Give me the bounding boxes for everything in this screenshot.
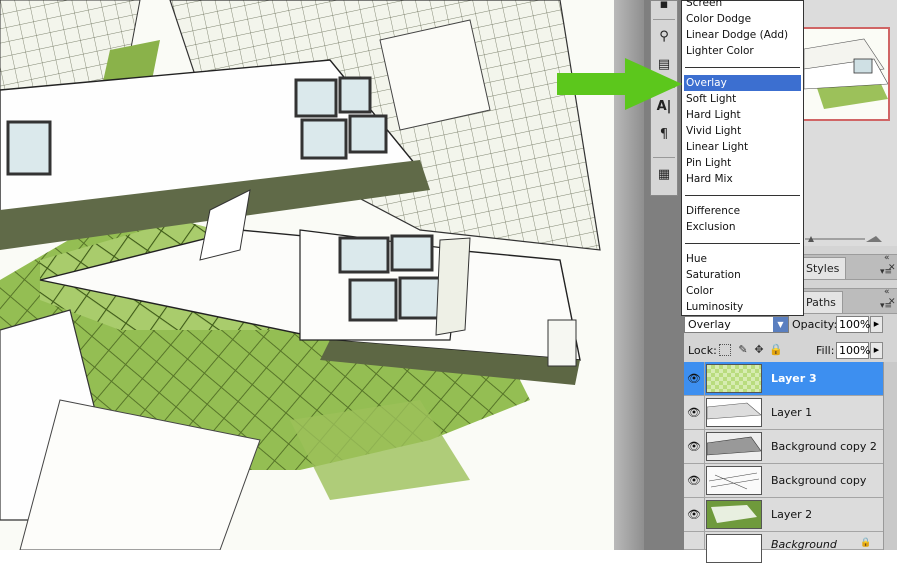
menu-divider <box>685 195 800 196</box>
menu-item-overlay[interactable]: Overlay <box>684 75 801 91</box>
menu-item-vivid-light[interactable]: Vivid Light <box>684 123 801 139</box>
opacity-label: Opacity: <box>792 318 838 331</box>
lock-label: Lock: <box>688 344 717 357</box>
tool-divider <box>653 19 675 20</box>
layers-scrollbar[interactable] <box>883 362 897 550</box>
layer-name: Layer 2 <box>771 508 813 521</box>
layer-row-background-copy-2[interactable]: 👁 Background copy 2 <box>684 430 883 464</box>
layer-thumbnail <box>706 500 762 529</box>
lock-icon[interactable]: 🔒 <box>769 344 783 356</box>
brush-icon[interactable]: ✎ <box>737 344 749 356</box>
notes-icon[interactable]: ▦ <box>654 165 674 185</box>
menu-item-linear-dodge[interactable]: Linear Dodge (Add) <box>684 27 801 43</box>
layer-row-background[interactable]: Background 🔒 <box>684 532 883 563</box>
eye-icon[interactable]: 👁 <box>684 430 705 463</box>
opacity-stepper[interactable]: ▶ <box>870 316 883 333</box>
eye-icon[interactable] <box>684 532 705 550</box>
tab-styles[interactable]: Styles <box>799 257 847 279</box>
layer-name: Background copy 2 <box>771 440 877 453</box>
menu-item-hard-light[interactable]: Hard Light <box>684 107 801 123</box>
fill-input[interactable]: 100% <box>836 342 870 359</box>
menu-item-pin-light[interactable]: Pin Light <box>684 155 801 171</box>
layer-thumbnail <box>706 466 762 495</box>
menu-item-screen[interactable]: Screen <box>684 0 801 11</box>
menu-item-luminosity[interactable]: Luminosity <box>684 299 801 315</box>
layer-thumbnail <box>706 432 762 461</box>
menu-item-exclusion[interactable]: Exclusion <box>684 219 801 235</box>
blend-mode-value: Overlay <box>688 318 731 331</box>
zoom-slider[interactable] <box>800 236 890 242</box>
menu-item-linear-light[interactable]: Linear Light <box>684 139 801 155</box>
transparency-lock-icon[interactable] <box>719 344 731 356</box>
layer-row-layer-2[interactable]: 👁 Layer 2 <box>684 498 883 532</box>
tool-icon[interactable]: ▪ <box>654 0 674 15</box>
panel-menu-icon[interactable]: ▾≡ <box>880 267 892 277</box>
layer-row-layer-3[interactable]: 👁 Layer 3 <box>684 362 883 396</box>
menu-item-lighter-color[interactable]: Lighter Color <box>684 43 801 59</box>
eye-icon[interactable]: 👁 <box>684 396 705 429</box>
menu-item-difference[interactable]: Difference <box>684 203 801 219</box>
layer-thumbnail <box>706 398 762 427</box>
navigator-preview[interactable] <box>802 27 890 121</box>
panel-menu-icon[interactable]: ▾≡ <box>880 301 892 311</box>
menu-divider <box>685 243 800 244</box>
panel-collapse-icon[interactable]: « <box>884 287 890 297</box>
blend-mode-menu: Screen Color Dodge Linear Dodge (Add) Li… <box>681 0 804 316</box>
lock-icon: 🔒 <box>860 538 872 548</box>
tab-paths[interactable]: Paths <box>799 291 843 313</box>
fill-stepper[interactable]: ▶ <box>870 342 883 359</box>
menu-item-hue[interactable]: Hue <box>684 251 801 267</box>
clone-source-icon[interactable]: ⚲ <box>654 27 674 47</box>
tool-divider <box>653 157 675 158</box>
eye-icon[interactable]: 👁 <box>684 498 705 531</box>
layer-name: Layer 3 <box>771 372 817 385</box>
blend-mode-select[interactable]: Overlay ▼ <box>684 316 789 333</box>
menu-item-saturation[interactable]: Saturation <box>684 267 801 283</box>
move-icon[interactable]: ✥ <box>753 344 765 356</box>
layer-thumbnail <box>706 364 762 393</box>
layer-thumbnail <box>706 534 762 563</box>
menu-item-hard-mix[interactable]: Hard Mix <box>684 171 801 187</box>
document-canvas[interactable] <box>0 0 614 550</box>
layer-name: Background copy <box>771 474 867 487</box>
paragraph-icon[interactable]: ¶ <box>654 125 674 145</box>
menu-item-color[interactable]: Color <box>684 283 801 299</box>
layer-row-layer-1[interactable]: 👁 Layer 1 <box>684 396 883 430</box>
menu-divider <box>685 67 800 68</box>
layer-row-background-copy[interactable]: 👁 Background copy <box>684 464 883 498</box>
menu-item-color-dodge[interactable]: Color Dodge <box>684 11 801 27</box>
fill-label: Fill: <box>816 344 835 357</box>
menu-item-soft-light[interactable]: Soft Light <box>684 91 801 107</box>
eye-icon[interactable]: 👁 <box>684 464 705 497</box>
panel-collapse-icon[interactable]: « <box>884 253 890 263</box>
architectural-render-image <box>0 0 614 550</box>
green-arrow-annotation <box>557 58 682 110</box>
opacity-input[interactable]: 100% <box>836 316 870 333</box>
navigator-thumbnail-image <box>804 29 888 119</box>
chevron-down-icon[interactable]: ▼ <box>773 317 788 332</box>
layer-name: Layer 1 <box>771 406 813 419</box>
eye-icon[interactable]: 👁 <box>684 362 705 395</box>
